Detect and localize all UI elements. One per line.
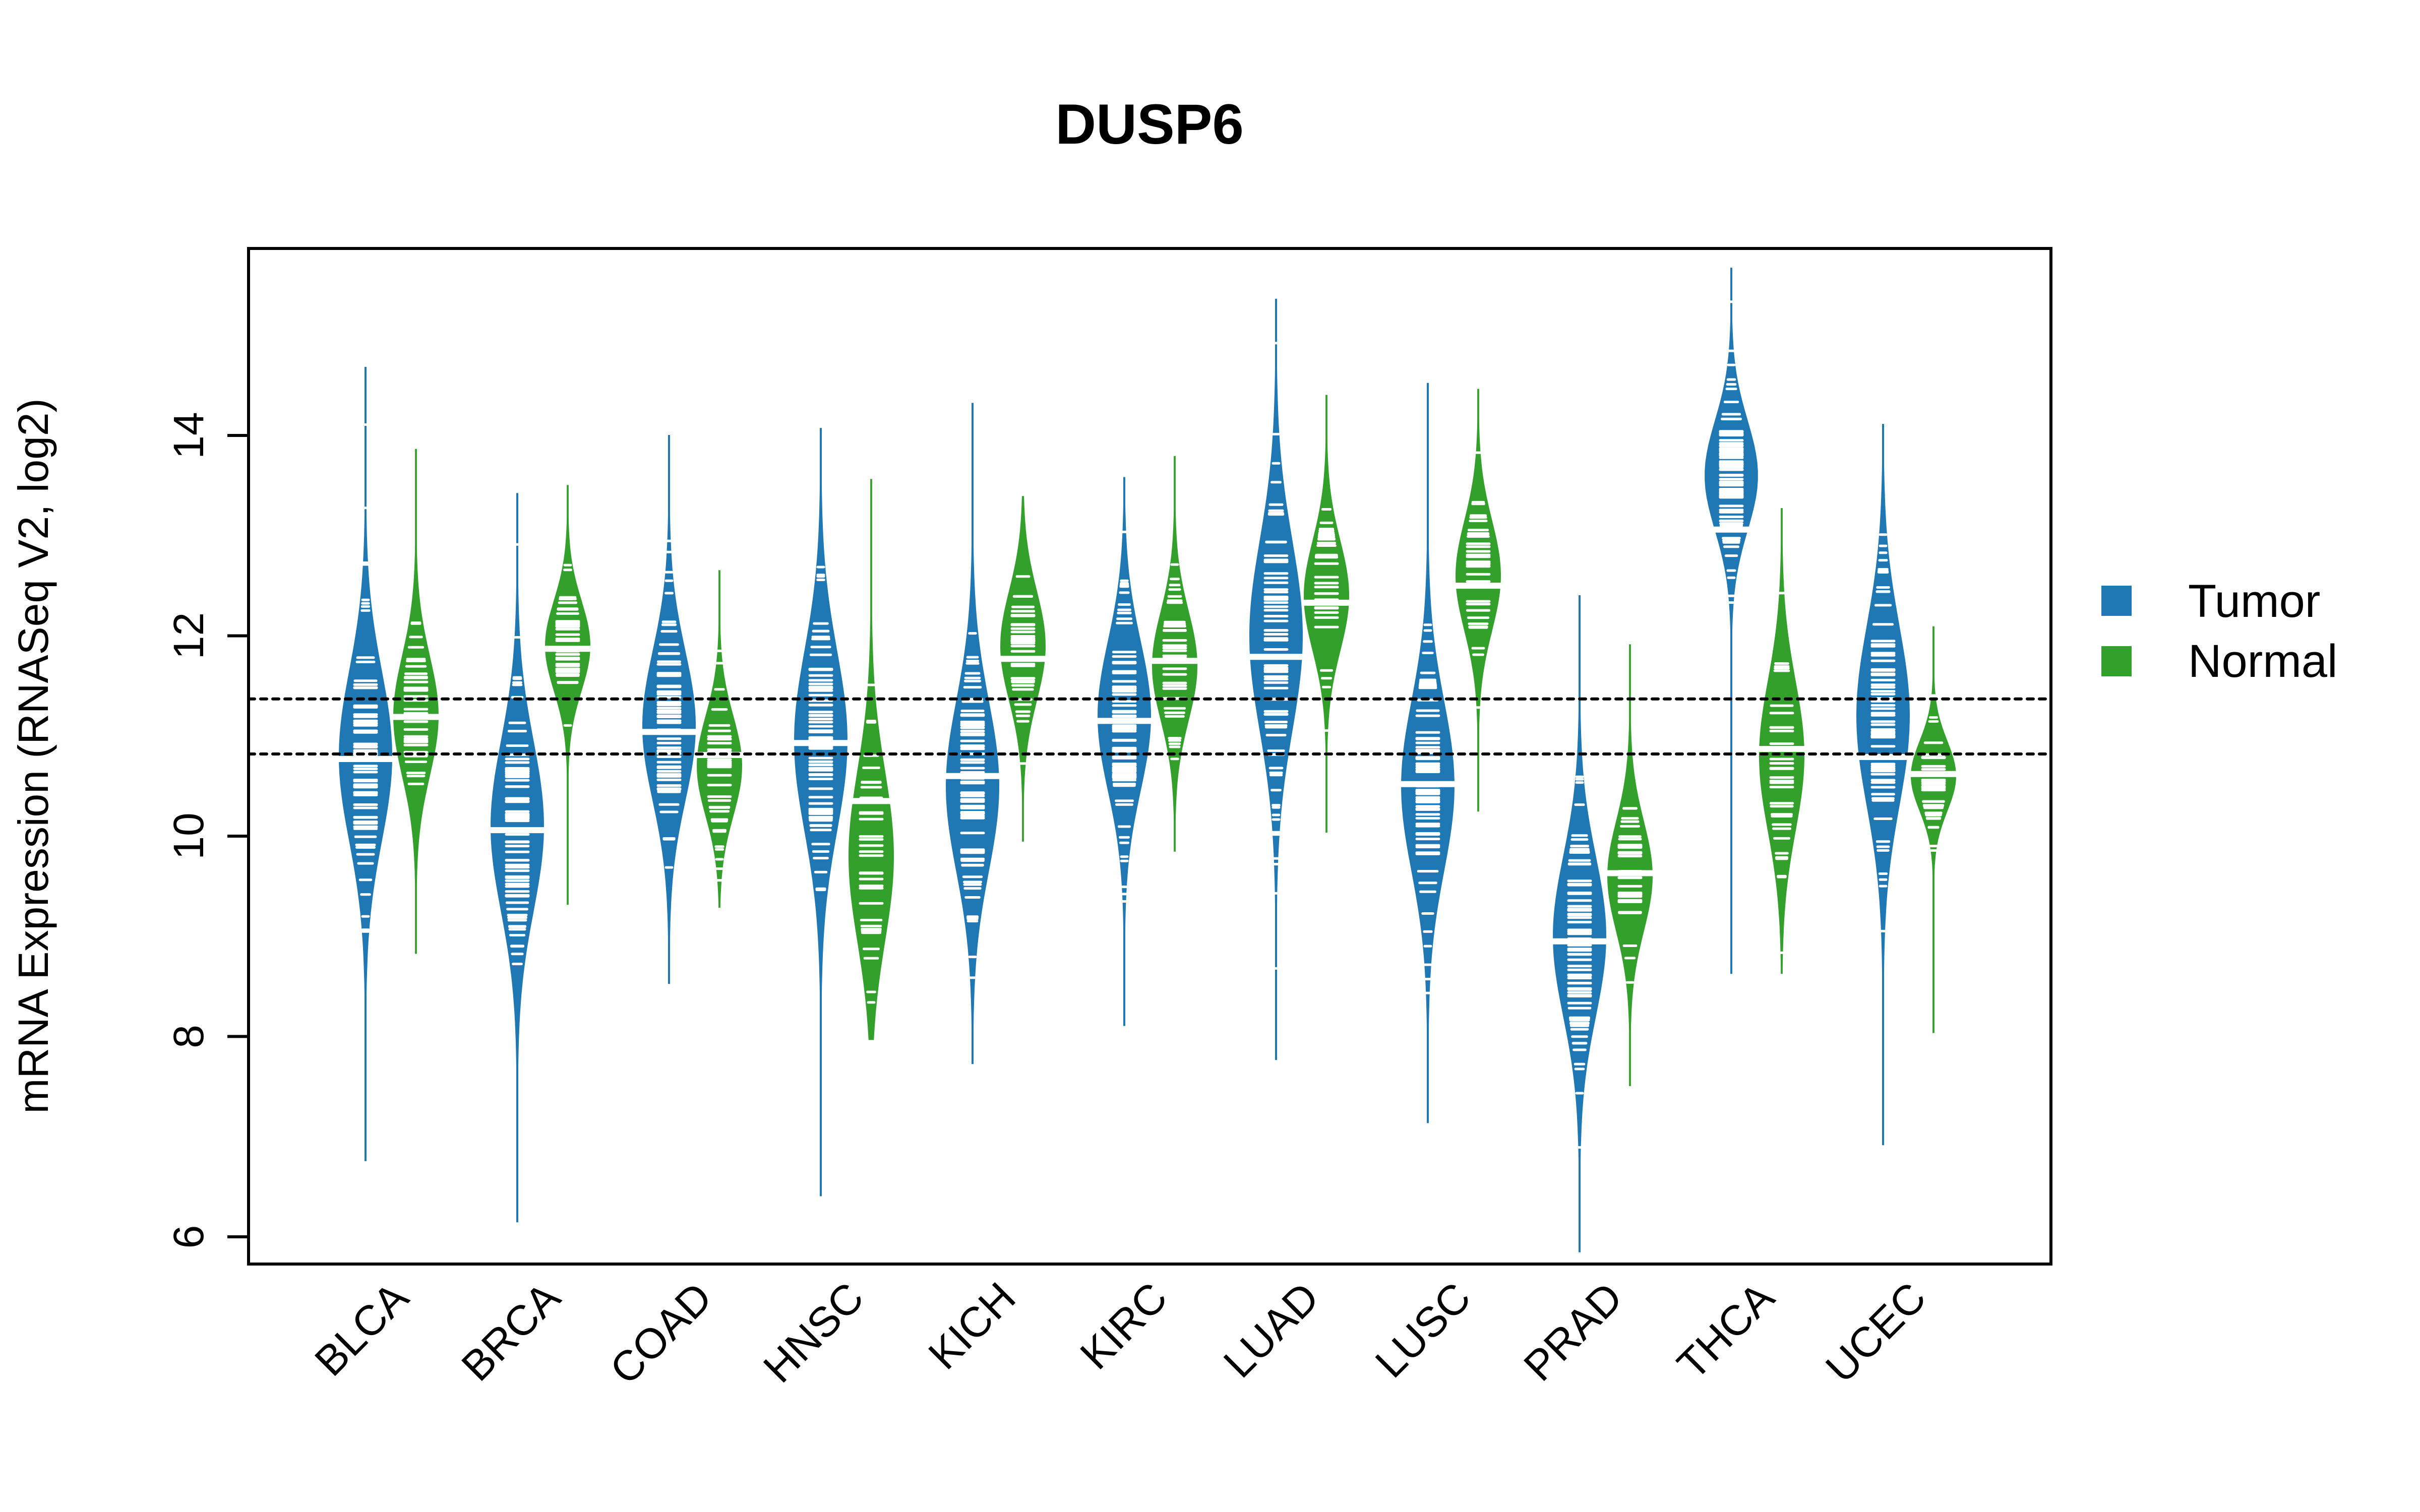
- y-tick-label: 12: [165, 612, 212, 659]
- y-tick-label: 14: [165, 412, 212, 459]
- y-tick-label: 6: [165, 1225, 212, 1249]
- legend-swatch-normal: [2101, 646, 2132, 676]
- legend-label-tumor: Tumor: [2188, 576, 2320, 627]
- beanplot-chart: DUSP6 68101214 BLCA BRCA COAD HNSC KICH KIRC L…: [0, 0, 2420, 1512]
- y-tick-label: 8: [165, 1025, 212, 1048]
- chart-title: DUSP6: [1055, 93, 1243, 156]
- y-axis-label: mRNA Expression (RNASeq V2, log2): [10, 398, 57, 1113]
- y-tick-label: 10: [165, 812, 212, 859]
- legend-label-normal: Normal: [2188, 636, 2337, 687]
- legend-swatch-tumor: [2101, 586, 2132, 616]
